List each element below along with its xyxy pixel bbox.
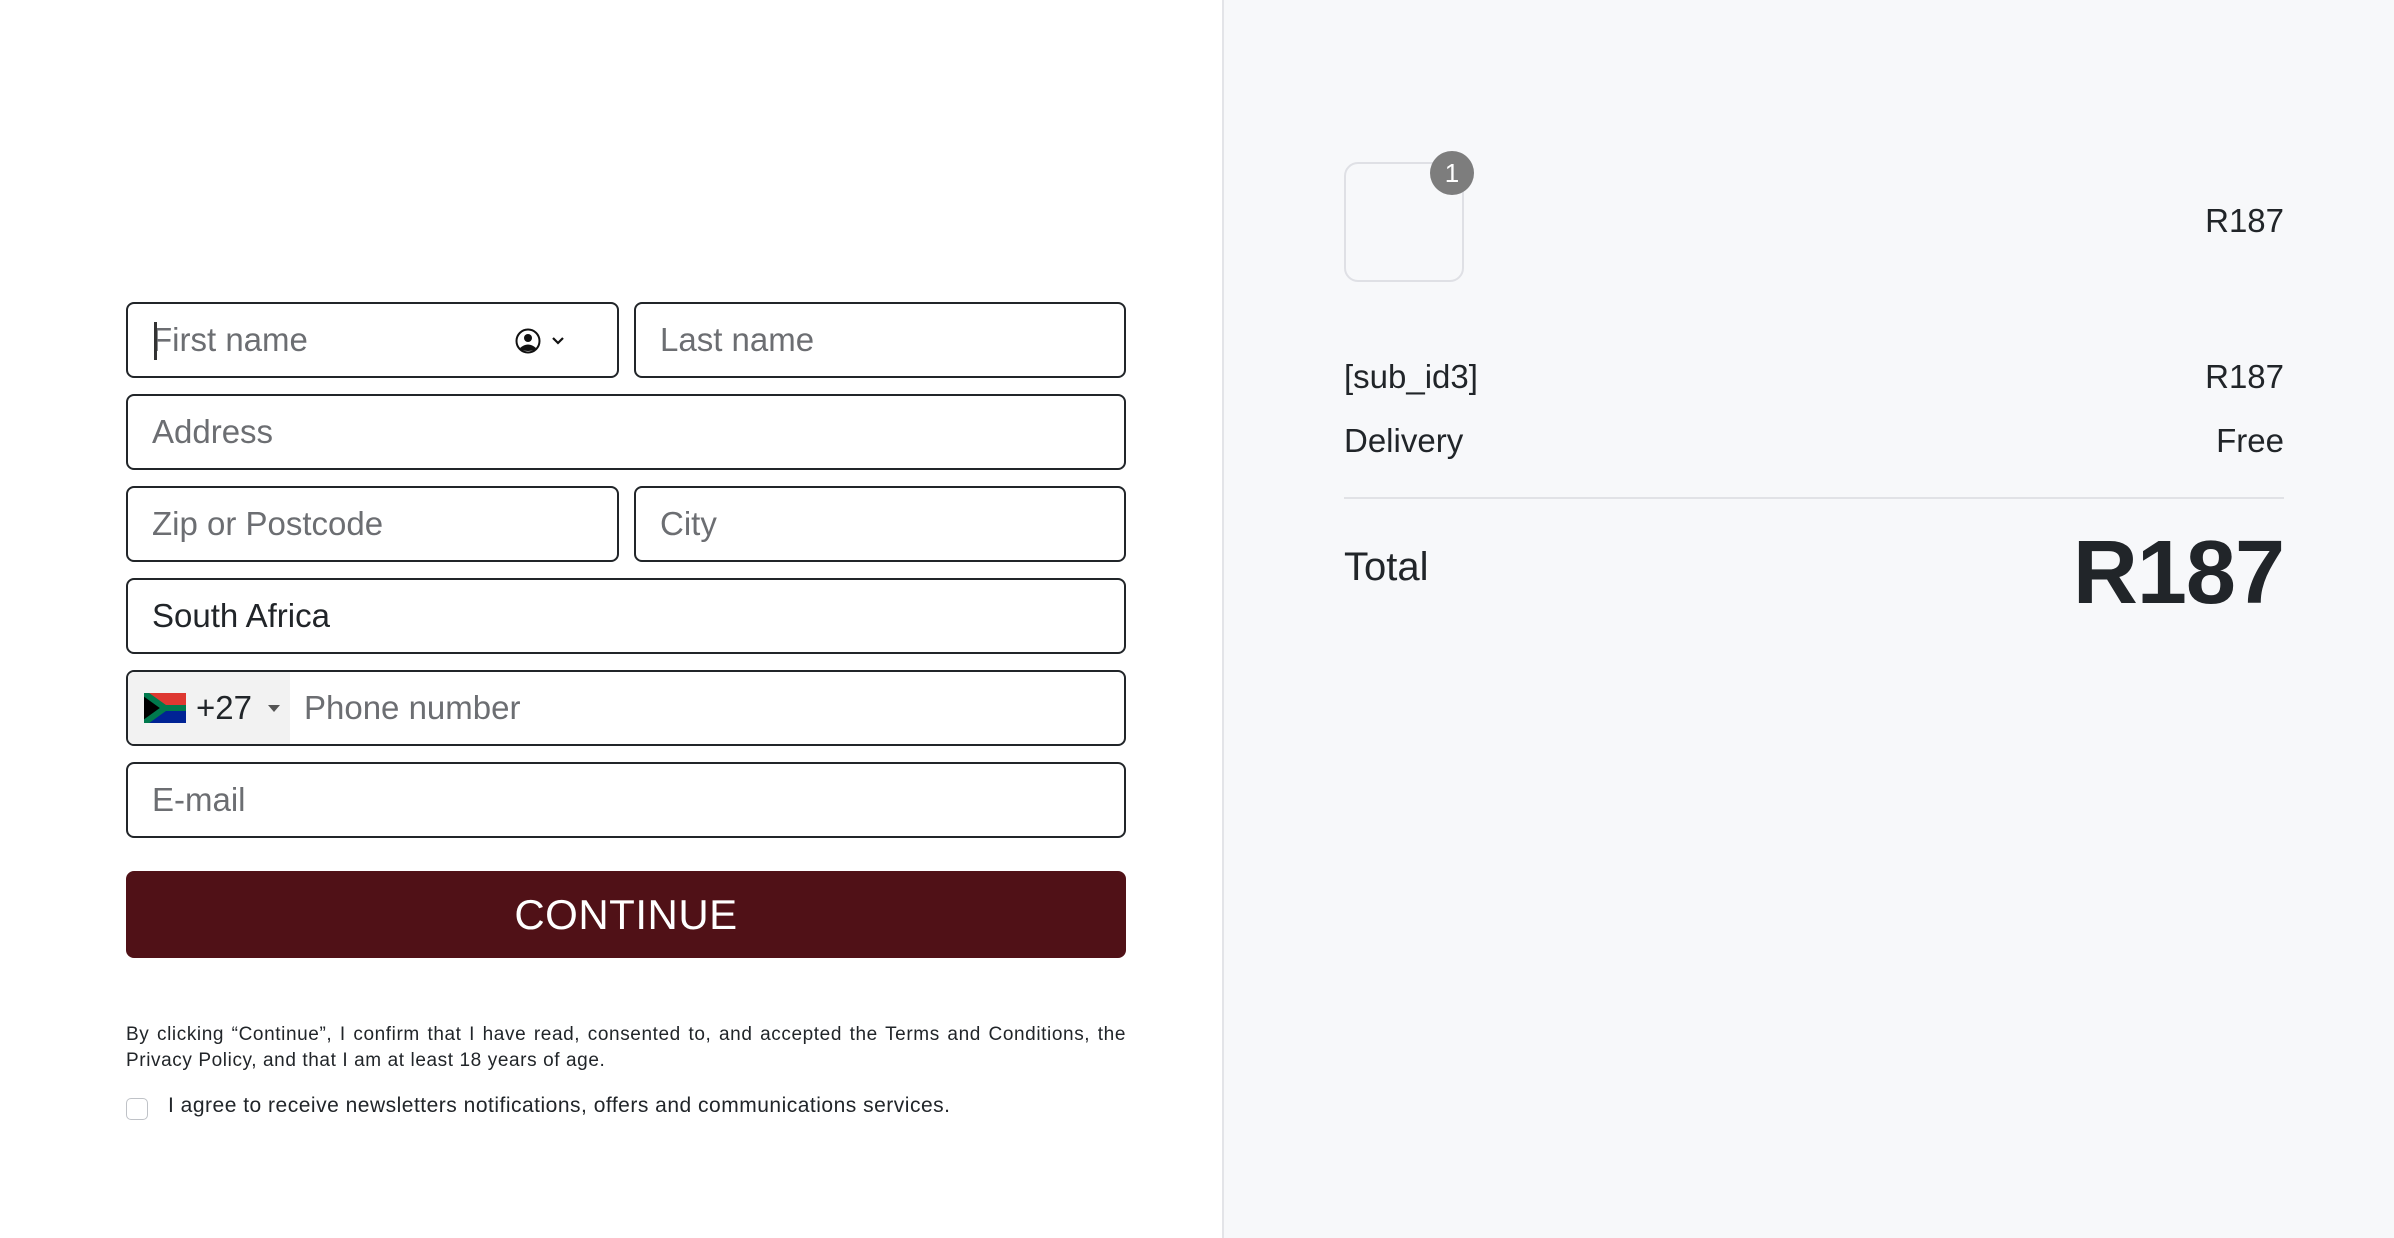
- caret-down-icon: [267, 704, 280, 712]
- phone-field[interactable]: +27: [126, 670, 1126, 746]
- newsletter-checkbox[interactable]: [126, 1098, 148, 1120]
- continue-button[interactable]: CONTINUE: [126, 871, 1126, 958]
- checkout-form-panel: +27 CONTINUE By clicking “Continue”, I c…: [0, 0, 1222, 1238]
- zip-field[interactable]: [126, 486, 619, 562]
- total-value: R187: [2072, 523, 2285, 623]
- summary-divider: [1344, 497, 2284, 499]
- line-label: Delivery: [1344, 422, 1464, 459]
- city-input[interactable]: [636, 488, 1124, 560]
- legal-consent-text: By clicking “Continue”, I confirm that I…: [126, 1024, 1126, 1071]
- text-caret: [154, 322, 157, 360]
- address-input[interactable]: [128, 396, 1124, 468]
- zip-input[interactable]: [128, 488, 617, 560]
- phone-input[interactable]: [289, 672, 1124, 744]
- country-field[interactable]: [126, 578, 1126, 654]
- total-label: Total: [1344, 545, 1429, 589]
- country-input[interactable]: [128, 580, 1124, 652]
- summary-line-subid: [sub_id3] R187: [1344, 358, 2284, 396]
- city-field[interactable]: [634, 486, 1126, 562]
- line-value: R187: [2205, 358, 2284, 395]
- newsletter-label: I agree to receive newsletters notificat…: [168, 1094, 951, 1117]
- first-name-field[interactable]: [126, 302, 619, 378]
- address-field[interactable]: [126, 394, 1126, 470]
- dial-code: +27: [196, 689, 252, 726]
- summary-line-delivery: Delivery Free: [1344, 422, 2284, 460]
- last-name-field[interactable]: [634, 302, 1126, 378]
- newsletter-consent[interactable]: I agree to receive newsletters notificat…: [126, 1092, 950, 1120]
- line-label: [sub_id3]: [1344, 358, 1478, 395]
- chevron-down-icon[interactable]: [551, 336, 565, 346]
- quantity-badge: 1: [1430, 151, 1474, 195]
- email-field[interactable]: [126, 762, 1126, 838]
- email-input[interactable]: [128, 764, 1124, 836]
- phone-country-selector[interactable]: +27: [128, 672, 290, 744]
- item-price: R187: [2205, 202, 2284, 239]
- south-africa-flag-icon: [144, 693, 186, 723]
- first-name-input[interactable]: [128, 304, 617, 376]
- line-value: Free: [2216, 422, 2284, 459]
- last-name-input[interactable]: [636, 304, 1124, 376]
- contact-autofill-icon[interactable]: [515, 328, 541, 354]
